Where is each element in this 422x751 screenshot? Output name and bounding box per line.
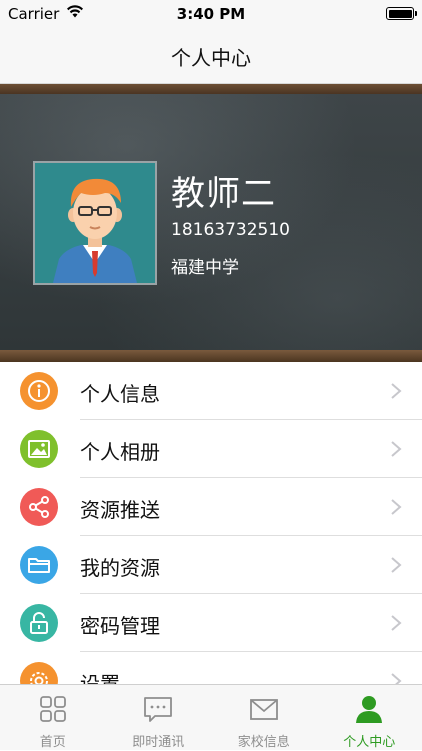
folder-icon <box>20 546 58 584</box>
avatar[interactable] <box>33 161 157 285</box>
menu-item-label: 密码管理 <box>80 610 160 639</box>
nav-bar: 个人中心 <box>0 28 422 84</box>
profile-name: 教师二 <box>171 166 276 215</box>
menu-item-resource-push[interactable]: 资源推送 <box>0 478 422 536</box>
tab-chat[interactable]: 即时通讯 <box>106 685 212 751</box>
grid-icon <box>38 694 68 724</box>
menu-item-my-resources[interactable]: 我的资源 <box>0 536 422 594</box>
chalkboard: 教师二 18163732510 福建中学 <box>0 94 422 350</box>
chevron-right-icon <box>390 498 402 516</box>
chevron-right-icon <box>390 382 402 400</box>
mail-icon <box>249 694 279 724</box>
photo-icon <box>20 430 58 468</box>
chevron-right-icon <box>390 440 402 458</box>
chevron-right-icon <box>390 614 402 632</box>
board-frame-top <box>0 84 422 94</box>
tab-label: 即时通讯 <box>106 731 212 750</box>
menu-item-label: 个人信息 <box>80 378 160 407</box>
board-tray <box>0 350 422 362</box>
menu-item-label: 个人相册 <box>80 436 160 465</box>
teacher-avatar-icon <box>35 163 155 283</box>
share-icon <box>20 488 58 526</box>
profile-school: 福建中学 <box>171 253 239 278</box>
menu-item-label: 我的资源 <box>80 552 160 581</box>
profile-phone: 18163732510 <box>171 220 290 240</box>
lock-icon <box>20 604 58 642</box>
tab-label: 家校信息 <box>211 731 317 750</box>
tab-label: 首页 <box>0 731 106 750</box>
profile-header: 教师二 18163732510 福建中学 <box>0 84 422 362</box>
tab-personal-center[interactable]: 个人中心 <box>317 685 422 751</box>
clock: 3:40 PM <box>0 5 422 23</box>
person-icon <box>354 694 384 724</box>
battery-icon <box>386 7 414 20</box>
menu-item-password[interactable]: 密码管理 <box>0 594 422 652</box>
tab-school-info[interactable]: 家校信息 <box>211 685 317 751</box>
menu-item-personal-info[interactable]: 个人信息 <box>0 362 422 420</box>
menu-item-photo-album[interactable]: 个人相册 <box>0 420 422 478</box>
tab-label: 个人中心 <box>317 731 422 750</box>
menu-item-label: 资源推送 <box>80 494 160 523</box>
info-icon <box>20 372 58 410</box>
chevron-right-icon <box>390 556 402 574</box>
tab-home[interactable]: 首页 <box>0 685 106 751</box>
status-bar: Carrier 3:40 PM <box>0 0 422 28</box>
menu-list: 个人信息 个人相册 资源推送 我的资源 密码管理 <box>0 362 422 710</box>
page-title: 个人中心 <box>0 42 422 71</box>
chat-icon <box>143 694 173 724</box>
tab-bar: 首页 即时通讯 家校信息 个人中心 <box>0 684 422 750</box>
